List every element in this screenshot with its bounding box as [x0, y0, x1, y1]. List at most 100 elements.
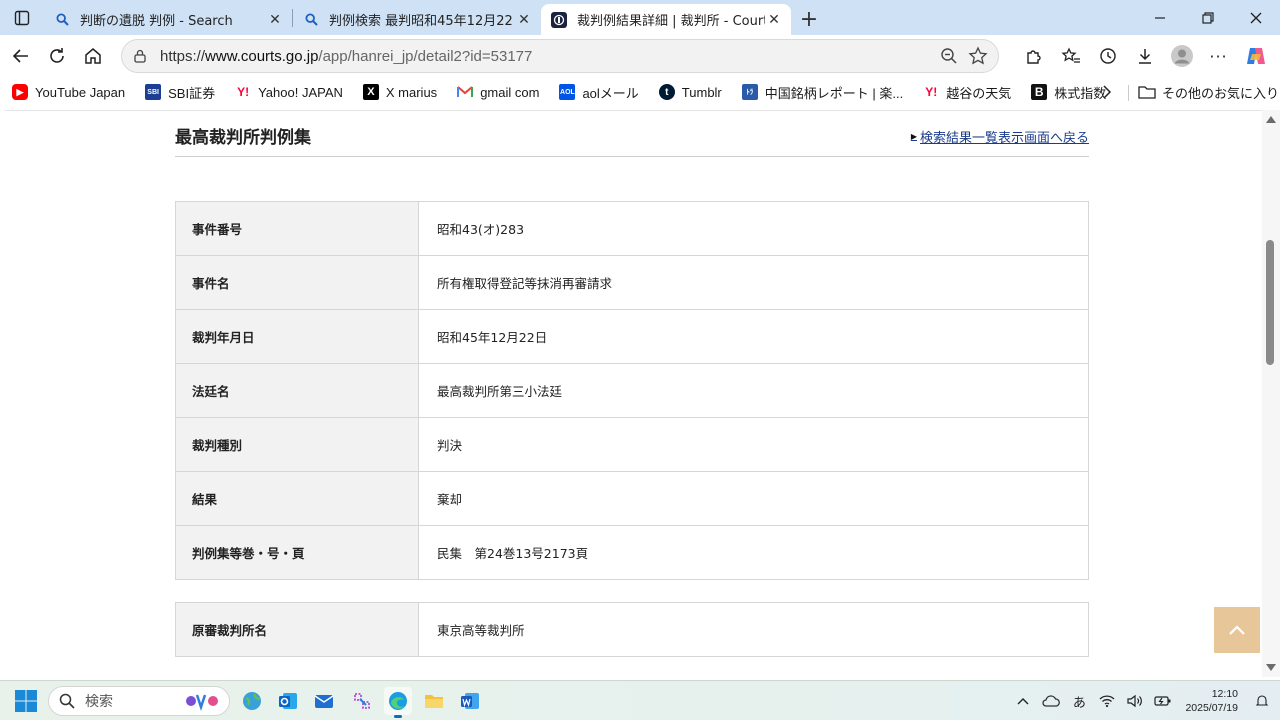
restore-button[interactable]	[1184, 0, 1232, 35]
taskbar-app-outlook[interactable]	[274, 687, 302, 715]
scrollbar-thumb[interactable]	[1266, 240, 1274, 365]
gmail-icon	[457, 84, 474, 100]
close-icon[interactable]: ✕	[515, 11, 533, 29]
notifications-button[interactable]	[1250, 689, 1274, 713]
favorite-star-icon[interactable]	[968, 46, 988, 66]
copilot-icon	[1246, 48, 1265, 64]
window-controls	[1136, 0, 1280, 35]
new-tab-button[interactable]: +	[791, 4, 827, 35]
copilot-button[interactable]	[1237, 38, 1274, 74]
clock-date: 2025/07/19	[1185, 702, 1238, 714]
courts-logo-icon	[551, 11, 567, 28]
tab-title: 判例検索 最判昭和45年12月22日	[329, 14, 515, 29]
detail-row: 裁判年月日 昭和45年12月22日	[175, 309, 1089, 364]
vertical-scrollbar[interactable]	[1262, 110, 1280, 677]
b-icon: B	[1031, 84, 1048, 100]
scroll-down-arrow[interactable]	[1266, 664, 1276, 671]
detail-value: 昭和45年12月22日	[418, 309, 1089, 364]
bookmark-label: X marius	[385, 84, 438, 100]
arrow-left-icon	[12, 49, 28, 63]
clock-time: 12:10	[1211, 688, 1238, 700]
volume-button[interactable]	[1123, 689, 1147, 713]
favorites-button[interactable]	[1052, 38, 1089, 74]
folder-icon	[425, 695, 443, 708]
search-icon	[54, 12, 70, 28]
taskbar-app-word[interactable]	[456, 687, 484, 715]
case-detail-table: 事件番号 昭和43(オ)283 事件名 所有権取得登記等抹消再審請求 裁判年月日 昭和45…	[175, 201, 1089, 580]
mail-icon	[314, 695, 334, 708]
detail-value: 東京高等裁判所	[418, 602, 1089, 657]
start-button[interactable]	[14, 689, 38, 713]
taskbar-app-mail[interactable]	[310, 687, 338, 715]
close-icon[interactable]: ✕	[765, 11, 783, 29]
taskbar-app-snipping[interactable]	[348, 687, 376, 715]
bookmark-youtube-japan[interactable]: ▶ YouTube Japan	[0, 79, 133, 105]
detail-row: 原審裁判所名 東京高等裁判所	[175, 602, 1089, 657]
zoom-out-icon[interactable]	[940, 47, 958, 65]
detail-row: 裁判種別 判決	[175, 417, 1089, 472]
settings-more-button[interactable]: ···	[1200, 38, 1237, 74]
onedrive-button[interactable]	[1039, 689, 1063, 713]
extensions-button[interactable]	[1015, 38, 1052, 74]
address-bar[interactable]: https://www.courts.go.jp/app/hanrei_jp/d…	[121, 39, 999, 73]
page-viewport: 最高裁判所判例集 ▶ 検索結果一覧表示画面へ戻る 事件番号 昭和43(オ)283 事件…	[5, 110, 1262, 677]
bookmark-china-report[interactable]: ﾄﾗ 中国銘柄レポート | 楽...	[730, 79, 911, 105]
detail-label: 法廷名	[175, 363, 419, 418]
detail-value: 最高裁判所第三小法廷	[418, 363, 1089, 418]
windows-logo-icon	[15, 690, 37, 712]
scroll-to-top-button[interactable]	[1214, 607, 1260, 653]
more-icon: ···	[1209, 46, 1228, 66]
close-icon[interactable]: ✕	[266, 11, 284, 29]
taskbar-search[interactable]: 検索	[48, 686, 230, 716]
detail-row: 事件名 所有権取得登記等抹消再審請求	[175, 255, 1089, 310]
detail-value: 民集 第24巻13号2173頁	[418, 525, 1089, 580]
chevron-right-icon	[1103, 85, 1112, 99]
bookmark-x-marius[interactable]: X X marius	[351, 79, 445, 105]
taskbar-app-edge[interactable]	[384, 687, 412, 718]
back-to-results-link[interactable]: ▶ 検索結果一覧表示画面へ戻る	[911, 127, 1089, 146]
bookmark-sbi[interactable]: SBI SBI証券	[133, 79, 223, 105]
scroll-up-arrow[interactable]	[1266, 116, 1276, 123]
home-button[interactable]	[75, 38, 111, 74]
clock[interactable]: 12:10 2025/07/19	[1185, 687, 1238, 715]
browser-tab-3-active[interactable]: 裁判例結果詳細 | 裁判所 - Courts ✕	[541, 4, 791, 35]
chevron-up-icon	[1229, 625, 1245, 635]
bookmark-tumblr[interactable]: t Tumblr	[647, 79, 730, 105]
bookmark-yahoo-japan[interactable]: Y! Yahoo! JAPAN	[223, 79, 351, 105]
tumblr-icon: t	[658, 84, 675, 100]
close-window-button[interactable]	[1232, 0, 1280, 35]
tab-actions-button[interactable]	[0, 0, 44, 35]
detail-value: 所有権取得登記等抹消再審請求	[418, 255, 1089, 310]
browser-tab-2[interactable]: 判例検索 最判昭和45年12月22日 ✕	[293, 4, 541, 35]
folder-icon	[1138, 86, 1156, 99]
battery-button[interactable]	[1151, 689, 1175, 713]
site-info-icon[interactable]	[132, 48, 148, 64]
history-button[interactable]	[1089, 38, 1126, 74]
ime-indicator[interactable]: あ	[1067, 689, 1091, 713]
show-hidden-icons-button[interactable]	[1011, 689, 1035, 713]
other-favorites-folder[interactable]: その他のお気に入り	[1138, 79, 1279, 105]
downloads-button[interactable]	[1126, 38, 1163, 74]
taskbar-app-earth[interactable]	[238, 687, 266, 715]
detail-label: 事件番号	[175, 201, 419, 256]
minimize-button[interactable]	[1136, 0, 1184, 35]
back-button[interactable]	[3, 38, 39, 74]
detail-value: 棄却	[418, 471, 1089, 526]
bookmarks-overflow-button[interactable]	[1096, 79, 1118, 105]
refresh-button[interactable]	[39, 38, 75, 74]
wifi-button[interactable]	[1095, 689, 1119, 713]
taskbar-app-file-explorer[interactable]	[420, 687, 448, 715]
url-text[interactable]: https://www.courts.go.jp/app/hanrei_jp/d…	[160, 48, 940, 65]
detail-row: 結果 棄却	[175, 471, 1089, 526]
detail-label: 結果	[175, 471, 419, 526]
profile-button[interactable]	[1163, 38, 1200, 74]
bookmark-gmail[interactable]: gmail com	[445, 79, 547, 105]
bookmark-koshigaya-weather[interactable]: Y! 越谷の天気	[911, 79, 1019, 105]
chevron-up-icon	[1017, 698, 1029, 705]
bookmark-label: gmail com	[480, 84, 540, 100]
browser-tab-1[interactable]: 判断の遺脱 判例 - Search ✕	[44, 4, 292, 35]
sbi-icon: SBI	[145, 84, 162, 100]
page-header: 最高裁判所判例集 ▶ 検索結果一覧表示画面へ戻る	[175, 123, 1089, 157]
bookmark-aol-mail[interactable]: AOL aolメール	[547, 79, 646, 105]
url-scheme: https://	[160, 47, 206, 65]
